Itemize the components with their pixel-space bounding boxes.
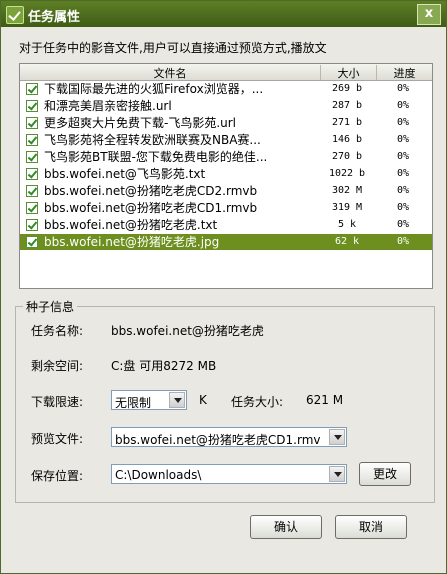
file-size: 287 b bbox=[331, 100, 363, 111]
file-checkbox[interactable] bbox=[26, 202, 38, 214]
save-location-select[interactable]: C:\Downloads\ bbox=[111, 464, 347, 484]
save-location-value[interactable]: C:\Downloads\ bbox=[115, 468, 327, 482]
file-row[interactable]: 和漂亮美眉亲密接触.url 287 b 0% bbox=[20, 98, 432, 114]
file-name: 飞鸟影苑BT联盟-您下载免费电影的绝佳... bbox=[44, 150, 268, 164]
seed-info-title: 种子信息 bbox=[23, 298, 78, 315]
file-checkbox[interactable] bbox=[26, 219, 38, 231]
file-size: 302 M bbox=[331, 185, 363, 196]
file-name: 飞鸟影苑将全程转发欧洲联赛及NBA赛... bbox=[44, 133, 261, 147]
file-progress: 0% bbox=[396, 100, 410, 111]
file-row[interactable]: 飞鸟影苑BT联盟-您下载免费电影的绝佳... 270 b 0% bbox=[20, 149, 432, 165]
file-list-header: 文件名 大小 进度 bbox=[20, 64, 432, 81]
file-row[interactable]: 更多超爽大片免费下载-飞鸟影苑.url 271 b 0% bbox=[20, 115, 432, 131]
file-progress: 0% bbox=[396, 117, 410, 128]
task-size-value: 621 M bbox=[306, 393, 344, 407]
file-progress: 0% bbox=[396, 219, 410, 230]
close-button[interactable]: x bbox=[417, 4, 441, 25]
column-header-size[interactable]: 大小 bbox=[321, 65, 377, 80]
file-checkbox[interactable] bbox=[26, 151, 38, 163]
file-size: 62 k bbox=[334, 236, 360, 247]
ok-button[interactable]: 确认 bbox=[250, 515, 322, 539]
preview-file-label: 预览文件: bbox=[31, 432, 84, 446]
file-checkbox[interactable] bbox=[26, 168, 38, 180]
file-progress: 0% bbox=[396, 202, 410, 213]
file-checkbox[interactable] bbox=[26, 100, 38, 112]
file-name: bbs.wofei.net@扮猪吃老虎CD1.rmvb bbox=[44, 201, 258, 215]
file-row-selected[interactable]: bbs.wofei.net@扮猪吃老虎.jpg 62 k 0% bbox=[20, 234, 432, 250]
task-name-value: bbs.wofei.net@扮猪吃老虎 bbox=[111, 324, 264, 338]
title-bar[interactable]: 任务属性 x bbox=[1, 1, 446, 27]
file-name: bbs.wofei.net@扮猪吃老虎CD2.rmvb bbox=[44, 184, 258, 198]
file-checkbox[interactable] bbox=[26, 236, 38, 248]
file-progress: 0% bbox=[396, 185, 410, 196]
file-row[interactable]: 飞鸟影苑将全程转发欧洲联赛及NBA赛... 146 b 0% bbox=[20, 132, 432, 148]
file-row[interactable]: bbs.wofei.net@扮猪吃老虎.txt 5 k 0% bbox=[20, 217, 432, 233]
file-name: 和漂亮美眉亲密接触.url bbox=[44, 99, 172, 113]
file-progress: 0% bbox=[396, 236, 410, 247]
intro-text: 对于任务中的影音文件,用户可以直接通过预览方式,播放文 bbox=[19, 41, 327, 55]
task-properties-dialog: 任务属性 x 对于任务中的影音文件,用户可以直接通过预览方式,播放文 文件名 大… bbox=[0, 0, 447, 574]
file-row[interactable]: bbs.wofei.net@扮猪吃老虎CD1.rmvb 319 M 0% bbox=[20, 200, 432, 216]
file-checkbox[interactable] bbox=[26, 185, 38, 197]
speed-limit-value: 无限制 bbox=[115, 396, 152, 410]
file-name: 更多超爽大片免费下载-飞鸟影苑.url bbox=[44, 116, 237, 130]
speed-limit-label: 下载限速: bbox=[31, 395, 84, 409]
cancel-button[interactable]: 取消 bbox=[335, 515, 407, 539]
free-space-value: C:盘 可用8272 MB bbox=[111, 359, 217, 373]
chevron-down-icon[interactable] bbox=[329, 466, 345, 482]
chevron-down-icon[interactable] bbox=[329, 429, 345, 445]
file-size: 319 M bbox=[331, 202, 363, 213]
preview-file-value: bbs.wofei.net@扮猪吃老虎CD1.rmv bbox=[115, 433, 321, 447]
file-progress: 0% bbox=[396, 83, 410, 94]
file-size: 269 b bbox=[331, 83, 363, 94]
save-location-label: 保存位置: bbox=[31, 469, 84, 483]
file-name: bbs.wofei.net@扮猪吃老虎.jpg bbox=[44, 235, 220, 249]
change-location-button[interactable]: 更改 bbox=[359, 462, 411, 486]
file-checkbox[interactable] bbox=[26, 134, 38, 146]
file-checkbox[interactable] bbox=[26, 117, 38, 129]
column-header-progress[interactable]: 进度 bbox=[377, 65, 432, 80]
task-size-label: 任务大小: bbox=[231, 395, 284, 409]
column-header-filename[interactable]: 文件名 bbox=[20, 65, 321, 80]
file-row[interactable]: bbs.wofei.net@飞鸟影苑.txt 1022 b 0% bbox=[20, 166, 432, 182]
file-size: 270 b bbox=[331, 151, 363, 162]
app-check-icon bbox=[6, 6, 24, 24]
file-list[interactable]: 文件名 大小 进度 下载国际最先进的火狐Firefox浏览器，... 269 b… bbox=[19, 63, 433, 289]
file-size: 1022 b bbox=[328, 168, 366, 179]
file-name: 下载国际最先进的火狐Firefox浏览器，... bbox=[44, 82, 264, 96]
file-checkbox[interactable] bbox=[26, 83, 38, 95]
speed-unit: K bbox=[199, 393, 207, 407]
file-progress: 0% bbox=[396, 134, 410, 145]
file-name: bbs.wofei.net@飞鸟影苑.txt bbox=[44, 167, 206, 181]
file-progress: 0% bbox=[396, 151, 410, 162]
speed-limit-select[interactable]: 无限制 bbox=[111, 390, 187, 410]
file-progress: 0% bbox=[396, 168, 410, 179]
file-size: 271 b bbox=[331, 117, 363, 128]
preview-file-select[interactable]: bbs.wofei.net@扮猪吃老虎CD1.rmv bbox=[111, 427, 347, 447]
file-name: bbs.wofei.net@扮猪吃老虎.txt bbox=[44, 218, 218, 232]
chevron-down-icon[interactable] bbox=[169, 392, 185, 408]
window-title: 任务属性 bbox=[28, 10, 81, 25]
free-space-label: 剩余空间: bbox=[31, 359, 84, 373]
file-size: 146 b bbox=[331, 134, 363, 145]
task-name-label: 任务名称: bbox=[31, 324, 84, 338]
file-row[interactable]: 下载国际最先进的火狐Firefox浏览器，... 269 b 0% bbox=[20, 81, 432, 97]
file-row[interactable]: bbs.wofei.net@扮猪吃老虎CD2.rmvb 302 M 0% bbox=[20, 183, 432, 199]
file-size: 5 k bbox=[337, 219, 357, 230]
